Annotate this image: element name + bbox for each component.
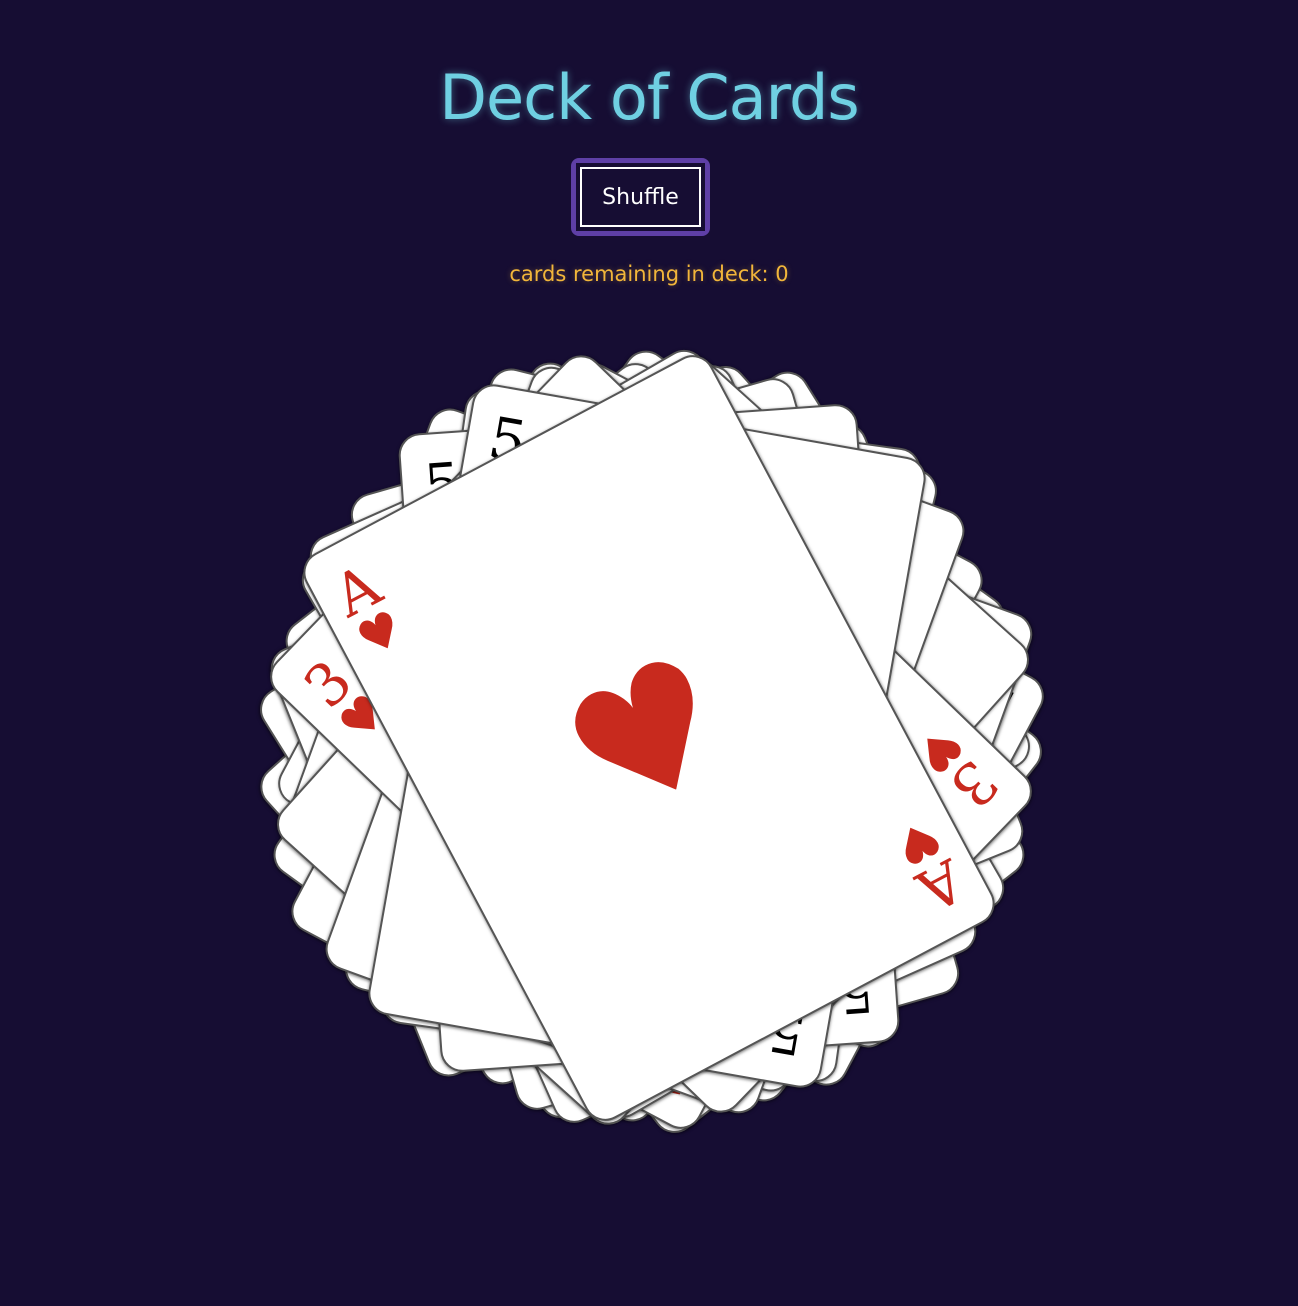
card-pile: J♦♦J♦9♣♣9♣4♠♠4♠Q♥♥Q♥8♦♦8♦K♣♣K♣3♥♥3♥7♠♠7♠… (0, 0, 1298, 1306)
card-center-suit-icon: ♥ (535, 614, 763, 862)
card-suit-icon: ♥ (348, 599, 413, 669)
